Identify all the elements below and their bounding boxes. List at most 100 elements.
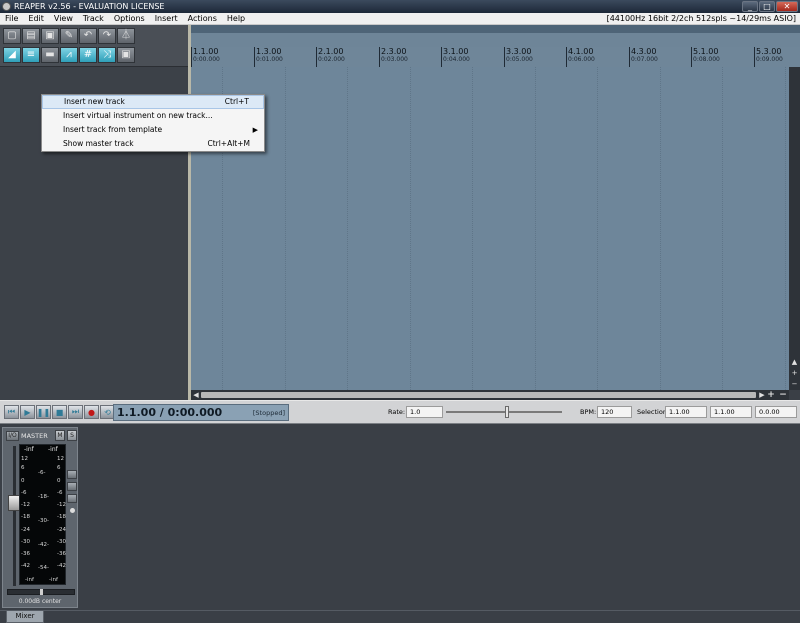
peak-left[interactable]: -inf <box>24 446 34 453</box>
ruler-marker: 5.1.00 0:08.000 <box>691 47 720 67</box>
reaper-app-icon[interactable] <box>2 2 11 11</box>
audio-device-status[interactable]: [44100Hz 16bit 2/2ch 512spls ~14/29ms AS… <box>607 13 796 25</box>
pan-knob[interactable] <box>40 589 43 595</box>
zoom-out-vertical-icon[interactable]: − <box>789 379 800 389</box>
go-to-start-icon[interactable]: ⏮ <box>4 405 19 419</box>
position-readout: 1.1.00 / 0:00.000 <box>117 406 223 419</box>
go-to-end-icon[interactable]: ⏭ <box>68 405 83 419</box>
crossfade-icon[interactable]: ⤨ <box>98 47 116 63</box>
grid-line <box>785 67 786 390</box>
time-display[interactable]: 1.1.00 / 0:00.000 [Stopped] <box>113 404 289 421</box>
undo-icon[interactable]: ↶ <box>79 28 97 44</box>
play-icon[interactable]: ▶ <box>20 405 35 419</box>
bpm-field[interactable]: 120 <box>597 406 632 418</box>
record-icon[interactable]: ● <box>84 405 99 419</box>
arrange-view[interactable] <box>191 67 789 390</box>
level-meter: -inf -inf 12 6 0 -6 -12 -18 -24 -30 -36 … <box>19 444 66 585</box>
menu-item-label: Insert new track <box>64 97 125 106</box>
phase-icon[interactable] <box>70 508 75 513</box>
menu-track[interactable]: Track <box>78 13 109 25</box>
pause-icon[interactable]: ❚❚ <box>36 405 51 419</box>
meter-scale-label: -36 <box>21 551 30 557</box>
meter-bottom-left: -inf <box>25 577 34 583</box>
selection-length-field[interactable]: 0.0.00 <box>755 406 797 418</box>
vertical-scrollbar[interactable]: ▲ + − <box>789 67 800 390</box>
selection-end-field[interactable]: 1.1.00 <box>710 406 752 418</box>
save-project-icon[interactable]: ▣ <box>41 28 59 44</box>
new-project-icon[interactable]: ▢ <box>3 28 21 44</box>
mixer-panel[interactable] <box>0 424 800 613</box>
master-strip-header: I/O MASTER M S <box>5 430 77 442</box>
pan-slider[interactable] <box>7 589 75 595</box>
redo-icon[interactable]: ↷ <box>98 28 116 44</box>
region-lane[interactable] <box>191 25 800 33</box>
rate-slider[interactable] <box>446 411 562 413</box>
menu-item-show-master-track[interactable]: Show master track Ctrl+Alt+M <box>42 137 264 151</box>
maximize-button[interactable]: □ <box>759 1 775 12</box>
mute-button[interactable]: M <box>55 430 65 441</box>
tab-mixer[interactable]: Mixer <box>6 611 44 623</box>
zoom-in-icon[interactable]: + <box>765 390 777 400</box>
menu-item-shortcut: Ctrl+T <box>224 97 249 106</box>
menu-file[interactable]: File <box>0 13 23 25</box>
lock-icon[interactable]: ▣ <box>117 47 135 63</box>
transport-bar: ⏮ ▶ ❚❚ ■ ⏭ ● ⟲ 1.1.00 / 0:00.000 [Stoppe… <box>0 400 800 424</box>
horizontal-scrollbar[interactable]: ◀ ▶ <box>191 390 789 400</box>
ruler-marker: 2.3.00 0:03.000 <box>379 47 408 67</box>
meter-scale-label: -36 <box>57 551 66 557</box>
scroll-left-icon[interactable]: ◀ <box>191 390 201 400</box>
meter-scale-label: -54- <box>38 565 49 571</box>
zoom-out-icon[interactable]: − <box>777 390 789 400</box>
grid-icon[interactable]: # <box>79 47 97 63</box>
close-button[interactable]: ✕ <box>776 1 798 12</box>
meter-scale-label: -6- <box>38 470 46 476</box>
menu-item-insert-new-track[interactable]: Insert new track Ctrl+T <box>42 95 264 109</box>
grid-line <box>285 67 286 390</box>
menu-actions[interactable]: Actions <box>183 13 222 25</box>
zoom-in-vertical-icon[interactable]: + <box>789 368 800 378</box>
marker-lane[interactable] <box>191 33 800 47</box>
menu-item-shortcut: Ctrl+Alt+M <box>207 139 250 148</box>
meter-scale-label: -6 <box>57 490 63 496</box>
menu-insert[interactable]: Insert <box>150 13 183 25</box>
volume-fader-track[interactable] <box>13 446 16 586</box>
menu-item-insert-track-from-template[interactable]: Insert track from template ▶ <box>42 123 264 137</box>
title-bar: REAPER v2.56 - EVALUATION LICENSE _ □ ✕ <box>0 0 800 13</box>
envelope-points-icon[interactable]: ⩘ <box>60 47 78 63</box>
ruler-marker: 2.1.00 0:02.000 <box>316 47 345 67</box>
menu-item-insert-virtual-instrument[interactable]: Insert virtual instrument on new track..… <box>42 109 264 123</box>
grid-line <box>722 67 723 390</box>
minimize-button[interactable]: _ <box>742 1 758 12</box>
meter-scale-label: -12 <box>57 502 66 508</box>
rate-field[interactable]: 1.0 <box>406 406 443 418</box>
project-settings-icon[interactable]: ✎ <box>60 28 78 44</box>
menu-options[interactable]: Options <box>109 13 150 25</box>
meter-scale-label: 6 <box>21 465 25 471</box>
fx-button[interactable] <box>67 470 77 479</box>
meter-bottom-right: -inf <box>49 577 58 583</box>
solo-button[interactable]: S <box>67 430 77 441</box>
open-project-icon[interactable]: ▤ <box>22 28 40 44</box>
ripple-edit-icon[interactable]: ◢ <box>3 47 21 63</box>
menu-view[interactable]: View <box>49 13 78 25</box>
grid-line <box>410 67 411 390</box>
routing-button[interactable]: I/O <box>6 431 19 441</box>
menu-item-label: Show master track <box>63 139 134 148</box>
scroll-up-icon[interactable]: ▲ <box>789 357 800 367</box>
envelope-button[interactable] <box>67 494 77 503</box>
menu-edit[interactable]: Edit <box>23 13 49 25</box>
selection-start-field[interactable]: 1.1.00 <box>665 406 707 418</box>
horizontal-scroll-thumb[interactable] <box>201 392 756 398</box>
snap-icon[interactable]: ≡ <box>22 47 40 63</box>
menu-help[interactable]: Help <box>222 13 250 25</box>
metronome-icon[interactable]: ⏃ <box>117 28 135 44</box>
timeline-ruler[interactable]: 1.1.00 0:00.000 1.3.00 0:01.000 2.1.00 0:02… <box>191 25 800 67</box>
grid-line <box>472 67 473 390</box>
rate-slider-thumb[interactable] <box>505 406 509 418</box>
ruler-marker: 5.3.00 0:09.000 <box>754 47 783 67</box>
stop-icon[interactable]: ■ <box>52 405 67 419</box>
item-grouping-icon[interactable]: ▬ <box>41 47 59 63</box>
fx-bypass-button[interactable] <box>67 482 77 491</box>
peak-right[interactable]: -inf <box>48 446 58 453</box>
ruler-marker: 1.3.00 0:01.000 <box>254 47 283 67</box>
